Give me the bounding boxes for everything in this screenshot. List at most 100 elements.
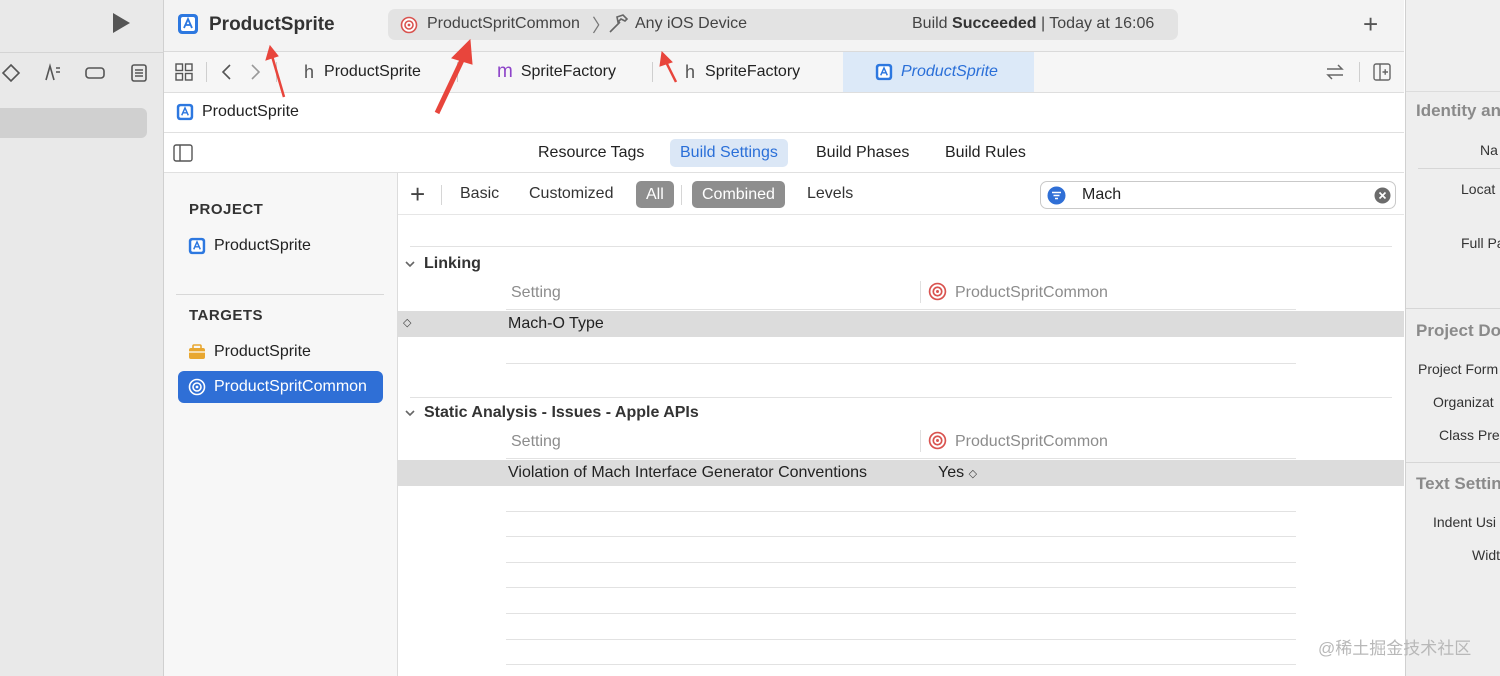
app-target-icon	[188, 343, 206, 361]
divider	[920, 430, 921, 452]
project-document-header: Project Do	[1416, 321, 1500, 340]
run-button[interactable]	[108, 10, 134, 41]
project-format-label: Project Form	[1418, 361, 1499, 377]
setting-column-header: Setting	[511, 284, 561, 301]
location-label: Locat	[1461, 181, 1496, 197]
divider	[1359, 62, 1360, 82]
divider	[506, 309, 1296, 310]
setting-name: Violation of Mach Interface Generator Co…	[508, 464, 868, 481]
issue-navigator-icon[interactable]	[0, 62, 22, 84]
project-section-header: PROJECT	[189, 201, 264, 218]
play-icon	[113, 13, 130, 33]
implementation-file-icon: m	[497, 61, 513, 82]
project-icon	[875, 63, 893, 81]
test-navigator-icon[interactable]	[42, 62, 64, 84]
project-item[interactable]: ProductSprite	[188, 237, 311, 255]
framework-target-icon	[188, 378, 206, 396]
section-header-static-analysis[interactable]: Static Analysis - Issues - Apple APIs	[404, 404, 699, 422]
library-add-button[interactable]: +	[1363, 9, 1378, 40]
target-column-icon	[928, 282, 947, 306]
full-path-label: Full Pa	[1461, 235, 1500, 251]
related-items-icon[interactable]	[1324, 62, 1346, 87]
divider	[276, 62, 277, 82]
report-navigator-icon[interactable]	[128, 62, 150, 84]
tab-productsprite-project[interactable]: ProductSprite	[843, 52, 1034, 92]
divider	[410, 397, 1392, 398]
inspector-pane: Identity an Na Locat Full Pa Project Do …	[1405, 0, 1500, 676]
tab-spritefactory-h[interactable]: h SpriteFactory	[685, 52, 800, 92]
target-column-header: ProductSpritCommon	[955, 284, 1108, 301]
text-settings-header: Text Settin	[1416, 474, 1500, 493]
divider	[0, 52, 164, 53]
inspector-toolbar	[1406, 0, 1500, 92]
jump-bar-item[interactable]: ProductSprite	[202, 103, 299, 121]
tab-build-settings[interactable]: Build Settings	[670, 139, 788, 167]
section-header-linking[interactable]: Linking	[404, 255, 481, 273]
project-title: ProductSprite	[209, 14, 335, 35]
organization-label: Organizat	[1433, 394, 1494, 410]
chevron-down-icon	[405, 410, 415, 417]
popup-chevron-icon: ◇	[968, 468, 978, 480]
setting-value[interactable]: Yes ◇	[938, 464, 977, 482]
filter-combined[interactable]: Combined	[692, 181, 785, 208]
divider	[920, 281, 921, 303]
divider	[506, 511, 1296, 512]
divider	[1406, 462, 1500, 463]
divider	[441, 185, 442, 205]
divider	[506, 562, 1296, 563]
tab-spritefactory-m[interactable]: m SpriteFactory	[497, 52, 616, 92]
scheme-selector[interactable]: ProductSpritCommon	[427, 15, 580, 33]
filter-icon[interactable]	[1047, 186, 1066, 210]
divider	[506, 664, 1296, 665]
clear-search-icon[interactable]	[1374, 187, 1391, 209]
divider	[506, 458, 1296, 459]
sidebar-toggle-icon[interactable]	[173, 144, 193, 167]
search-input[interactable]: Mach	[1082, 186, 1121, 204]
build-status: Build Succeeded | Today at 16:06	[912, 15, 1155, 32]
target-item-productspritcommon[interactable]: ProductSpritCommon	[178, 371, 383, 403]
class-prefix-label: Class Pre	[1439, 427, 1500, 443]
jump-bar: ProductSprite	[164, 93, 1404, 133]
build-settings-filter-bar: + Basic Customized All Combined Levels M…	[398, 173, 1404, 215]
device-selector[interactable]: Any iOS Device	[635, 15, 747, 33]
identity-header: Identity an	[1416, 101, 1500, 120]
target-item-productsprite[interactable]: ProductSprite	[188, 343, 311, 361]
divider	[506, 613, 1296, 614]
search-field[interactable]: Mach	[1040, 181, 1396, 209]
divider	[652, 62, 653, 82]
indent-using-label: Indent Usi	[1433, 514, 1497, 530]
project-editor-tabs: Resource Tags Build Settings Build Phase…	[164, 133, 1404, 173]
add-editor-icon[interactable]	[1372, 62, 1392, 87]
watermark: @稀土掘金技术社区	[1318, 639, 1472, 658]
divider	[176, 294, 384, 295]
grid-icon[interactable]	[174, 62, 194, 87]
tab-build-phases[interactable]: Build Phases	[806, 139, 919, 167]
divider	[506, 639, 1296, 640]
divider	[1406, 308, 1500, 309]
filter-all[interactable]: All	[636, 181, 674, 208]
targets-section-header: TARGETS	[189, 307, 264, 324]
scheme-target-icon[interactable]	[400, 16, 418, 39]
forward-arrow-icon[interactable]	[248, 62, 262, 87]
back-arrow-icon[interactable]	[220, 62, 234, 87]
navigator-pane	[0, 0, 164, 676]
breakpoint-navigator-icon[interactable]	[84, 62, 106, 84]
tab-build-rules[interactable]: Build Rules	[935, 139, 1036, 167]
divider	[410, 246, 1392, 247]
toolbar: ProductSprite ProductSpritCommon 〉 Any i…	[164, 0, 1404, 52]
setting-row-mach-o-type[interactable]: ◇ Mach-O Type	[398, 311, 1404, 337]
setting-column-header: Setting	[511, 433, 561, 450]
divider	[506, 363, 1296, 364]
filter-customized[interactable]: Customized	[529, 185, 613, 203]
filter-levels[interactable]: Levels	[807, 185, 853, 203]
stepper-icon: ◇	[403, 317, 412, 329]
filter-basic[interactable]: Basic	[460, 185, 499, 203]
hammer-icon	[606, 12, 630, 41]
navigator-selected-row[interactable]	[0, 108, 147, 138]
tab-resource-tags[interactable]: Resource Tags	[528, 139, 654, 167]
divider	[681, 185, 682, 205]
setting-row-mig-conventions[interactable]: Violation of Mach Interface Generator Co…	[398, 460, 1404, 486]
add-setting-button[interactable]: +	[410, 179, 425, 210]
tab-productsprite-h[interactable]: h ProductSprite	[304, 52, 421, 92]
project-icon	[188, 237, 206, 255]
